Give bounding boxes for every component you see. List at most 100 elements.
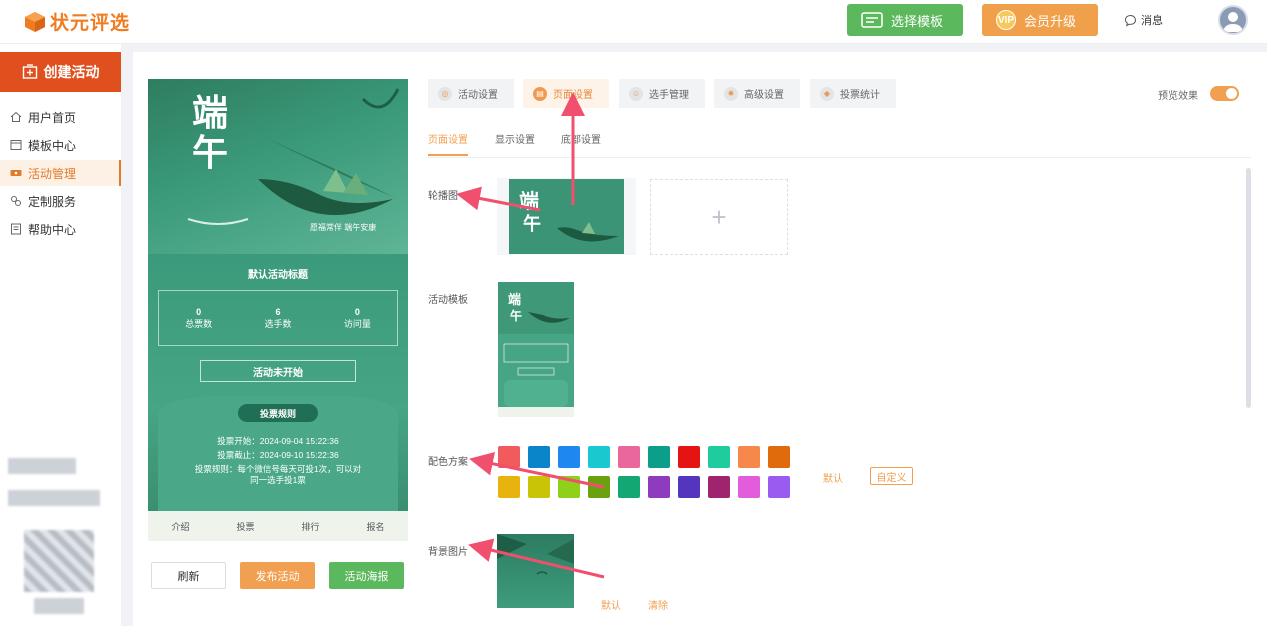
bg-default-link[interactable]: 默认: [601, 597, 621, 612]
background-image-thumb[interactable]: [497, 534, 574, 608]
color-swatch[interactable]: [738, 446, 760, 468]
color-swatch[interactable]: [528, 446, 550, 468]
color-swatch[interactable]: [768, 476, 790, 498]
subtab-page-settings[interactable]: 页面设置: [428, 131, 468, 146]
tab-page-settings[interactable]: ▤ 页面设置: [523, 79, 609, 108]
rule-end: 投票截止：2024-09-10 15:22:36: [217, 450, 339, 460]
scrollbar[interactable]: [1246, 168, 1251, 408]
sidebar-item-templates[interactable]: 模板中心: [0, 132, 121, 158]
svg-text:午: 午: [510, 308, 522, 323]
gear-icon: ✹: [724, 86, 738, 101]
color-swatch[interactable]: [648, 446, 670, 468]
tab-label: 选手管理: [649, 90, 689, 101]
color-swatch[interactable]: [708, 476, 730, 498]
upload-image-button[interactable]: +: [650, 179, 788, 255]
sidebar-item-label: 用户首页: [28, 110, 77, 125]
messages-label: 消息: [1141, 15, 1163, 27]
tab-label: 活动设置: [458, 90, 498, 101]
custom-icon: [11, 196, 21, 206]
vip-badge-icon: VIP: [996, 10, 1016, 30]
tab-advanced-settings[interactable]: ✹ 高级设置: [714, 79, 800, 108]
scheme-default-link[interactable]: 默认: [823, 470, 843, 485]
rules-card: 投票规则 投票开始：2024-09-04 15:22:36 投票截止：2024-…: [158, 396, 398, 511]
rule-desc-cont: 同一选手投1票: [250, 475, 306, 485]
color-swatch[interactable]: [618, 476, 640, 498]
color-swatch[interactable]: [768, 446, 790, 468]
blurred-contact-2: [8, 490, 100, 506]
tab-activity-settings[interactable]: ◎ 活动设置: [428, 79, 514, 108]
blurred-contact-1: [8, 458, 76, 474]
color-swatch[interactable]: [708, 446, 730, 468]
color-swatch[interactable]: [498, 476, 520, 498]
user-avatar[interactable]: [1218, 5, 1248, 35]
template-icon: [10, 140, 22, 150]
subtab-display-settings[interactable]: 显示设置: [495, 131, 535, 146]
blurred-caption: [34, 598, 84, 614]
ticket-icon: [10, 170, 22, 176]
sidebar-item-home[interactable]: 用户首页: [0, 104, 121, 130]
vip-upgrade-label: 会员升级: [1024, 13, 1077, 29]
color-swatch[interactable]: [558, 446, 580, 468]
sidebar-item-custom-service[interactable]: 定制服务: [0, 188, 121, 214]
home-icon: [10, 111, 22, 122]
color-swatch[interactable]: [618, 446, 640, 468]
svg-text:午: 午: [523, 213, 541, 235]
refresh-button[interactable]: 刷新: [151, 562, 226, 589]
preview-toggle[interactable]: [1210, 86, 1239, 101]
rule-start: 投票开始：2024-09-04 15:22:36: [217, 436, 339, 446]
phone-content: 默认活动标题 0 总票数 6 选手数 0 访问量 活动未开始 投票规则 投票开始：20…: [148, 254, 408, 511]
template-label: 活动模板: [428, 295, 468, 306]
template-thumb[interactable]: 端 午: [498, 282, 574, 417]
activity-title: 默认活动标题: [248, 270, 308, 281]
subtab-underline: [428, 154, 468, 156]
color-swatch[interactable]: [558, 476, 580, 498]
color-swatch[interactable]: [528, 476, 550, 498]
carousel-image-thumb[interactable]: 端 午: [497, 178, 636, 255]
template-image: 端 午: [498, 282, 574, 417]
color-swatch[interactable]: [588, 446, 610, 468]
top-bar: 状元评选 选择模板 VIP 会员升级 消息: [0, 0, 1267, 44]
help-icon: [11, 223, 21, 235]
color-swatch[interactable]: [678, 476, 700, 498]
nav-vote[interactable]: 投票: [236, 520, 254, 533]
messages-link[interactable]: 消息: [1124, 12, 1163, 28]
stat-visits: 0 访问量: [343, 306, 371, 329]
banner: 端午 愿福常伴 端午安康: [148, 79, 408, 254]
app-logo[interactable]: 状元评选: [24, 8, 130, 35]
chat-bubble-icon: [1124, 14, 1137, 26]
nav-ranking[interactable]: 排行: [301, 520, 319, 533]
poster-button[interactable]: 活动海报: [329, 562, 404, 589]
blurred-qr-code: [24, 530, 94, 592]
phone-preview: 端午 愿福常伴 端午安康 默认活动标题 0 总票数 6 选手数 0 访问量 活动未开始…: [148, 79, 408, 511]
carousel-image: 端 午: [509, 179, 624, 254]
page-icon: ▤: [533, 86, 547, 101]
select-template-button[interactable]: 选择模板: [847, 4, 963, 36]
stat-contestants: 6 选手数: [264, 306, 292, 329]
scheme-custom-button[interactable]: 自定义: [870, 467, 913, 485]
tab-contestant-management[interactable]: ☺ 选手管理: [619, 79, 705, 108]
sidebar-item-help[interactable]: 帮助中心: [0, 216, 121, 242]
sidebar-item-label: 帮助中心: [28, 222, 77, 237]
vip-upgrade-button[interactable]: VIP 会员升级: [982, 4, 1098, 36]
chart-icon: ◆: [820, 86, 834, 101]
stats-panel: 0 总票数 6 选手数 0 访问量: [158, 290, 398, 346]
create-activity-button[interactable]: 创建活动: [0, 52, 121, 92]
color-swatch[interactable]: [678, 446, 700, 468]
nav-signup[interactable]: 报名: [366, 520, 384, 533]
nav-intro[interactable]: 介绍: [171, 520, 189, 533]
color-swatch[interactable]: [588, 476, 610, 498]
color-swatch[interactable]: [738, 476, 760, 498]
app-name: 状元评选: [50, 13, 131, 34]
publish-button[interactable]: 发布活动: [240, 562, 315, 589]
tab-vote-statistics[interactable]: ◆ 投票统计: [810, 79, 896, 108]
background-image-label: 背景图片: [428, 547, 468, 558]
cube-logo-icon: [25, 11, 45, 32]
color-swatch[interactable]: [648, 476, 670, 498]
calligraphy-title: 端午: [192, 92, 229, 174]
subtab-footer-settings[interactable]: 底部设置: [561, 131, 601, 146]
color-swatch[interactable]: [498, 446, 520, 468]
activity-status: 活动未开始: [200, 360, 356, 382]
sidebar-item-activity-management[interactable]: 活动管理: [0, 160, 121, 186]
bg-clear-link[interactable]: 清除: [648, 597, 668, 612]
tab-label: 投票统计: [840, 90, 880, 101]
